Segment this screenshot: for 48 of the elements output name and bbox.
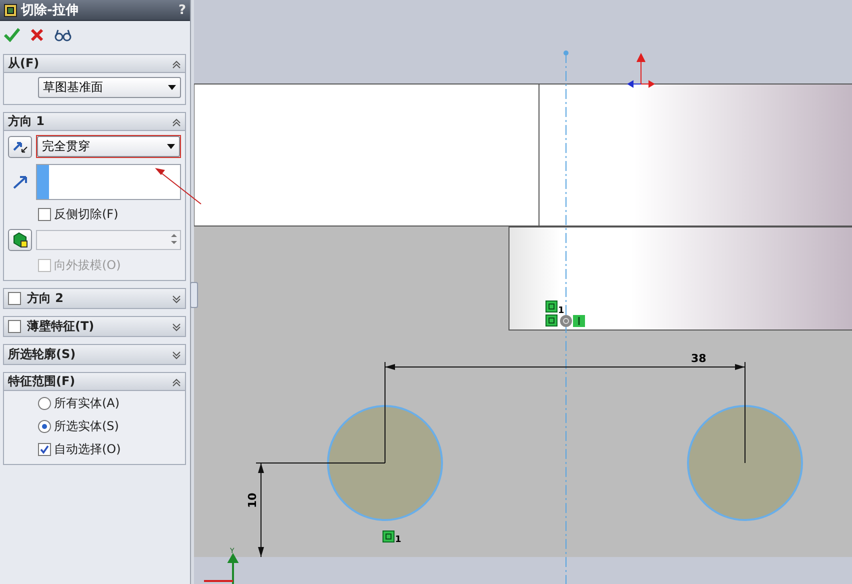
coincident-relation-icon (546, 314, 558, 326)
close-icon[interactable] (30, 28, 44, 42)
gear-relation-icon (560, 315, 572, 327)
axis-triad-icon (204, 552, 238, 584)
reverse-direction-button[interactable] (8, 136, 32, 158)
auto-select-checkbox[interactable]: 自动选择(O) (38, 441, 181, 458)
relation-count: 1 (395, 535, 402, 545)
draft-angle-field[interactable] (36, 230, 181, 250)
group-title: 薄壁特征(T) (27, 318, 96, 335)
body-scope-radio[interactable]: 所有实体(A) (38, 395, 181, 412)
group-title: 特征范围(F) (8, 373, 76, 390)
draft-button[interactable] (8, 229, 32, 251)
relation-count: 1 (558, 306, 564, 316)
feature-icon (4, 4, 17, 16)
collapse-chevron-icon[interactable] (172, 118, 181, 127)
start-dropdown[interactable]: 草图基准面 (38, 77, 181, 98)
dropdown-caret-icon (168, 85, 176, 90)
collapse-chevron-icon[interactable] (172, 60, 181, 69)
annotation-arrow (155, 168, 202, 204)
confirm-check-icon[interactable] (4, 28, 20, 42)
dimension-value: 38 (691, 352, 706, 365)
group-title: 方向 2 (27, 290, 65, 307)
help-button[interactable]: ? (178, 2, 186, 18)
coincident-relation-icon (382, 530, 394, 542)
glasses-icon[interactable] (54, 28, 72, 42)
group-title: 从(F) (8, 55, 40, 72)
end-condition-dropdown[interactable]: 完全贯穿 (37, 136, 180, 157)
vertical-relation-icon (573, 315, 585, 327)
direction-selection-list[interactable] (36, 164, 181, 200)
checkmark-icon (40, 445, 49, 454)
expand-chevron-icon[interactable] (172, 351, 181, 360)
group-checkbox[interactable] (8, 292, 21, 305)
panel-title: 切除-拉伸 (21, 2, 80, 19)
expand-chevron-icon[interactable] (172, 295, 181, 304)
group-checkbox[interactable] (8, 320, 21, 333)
dimension-value: 10 (246, 492, 259, 508)
dropdown-caret-icon (167, 144, 175, 149)
cube-icon (12, 232, 28, 248)
group-title: 所选轮廓(S) (8, 346, 77, 363)
diagonal-arrows-icon (12, 140, 28, 154)
reverse-cut-checkbox[interactable]: 反侧切除(F) (38, 206, 181, 223)
expand-chevron-icon[interactable] (172, 323, 181, 332)
coincident-relation-icon (546, 300, 558, 312)
panel-collapse-handle[interactable] (190, 282, 198, 308)
body-scope-radio[interactable]: 所选实体(S) (38, 418, 181, 435)
group-title: 方向 1 (8, 113, 46, 130)
collapse-chevron-icon[interactable] (172, 378, 181, 387)
origin-triad-icon (627, 52, 655, 88)
